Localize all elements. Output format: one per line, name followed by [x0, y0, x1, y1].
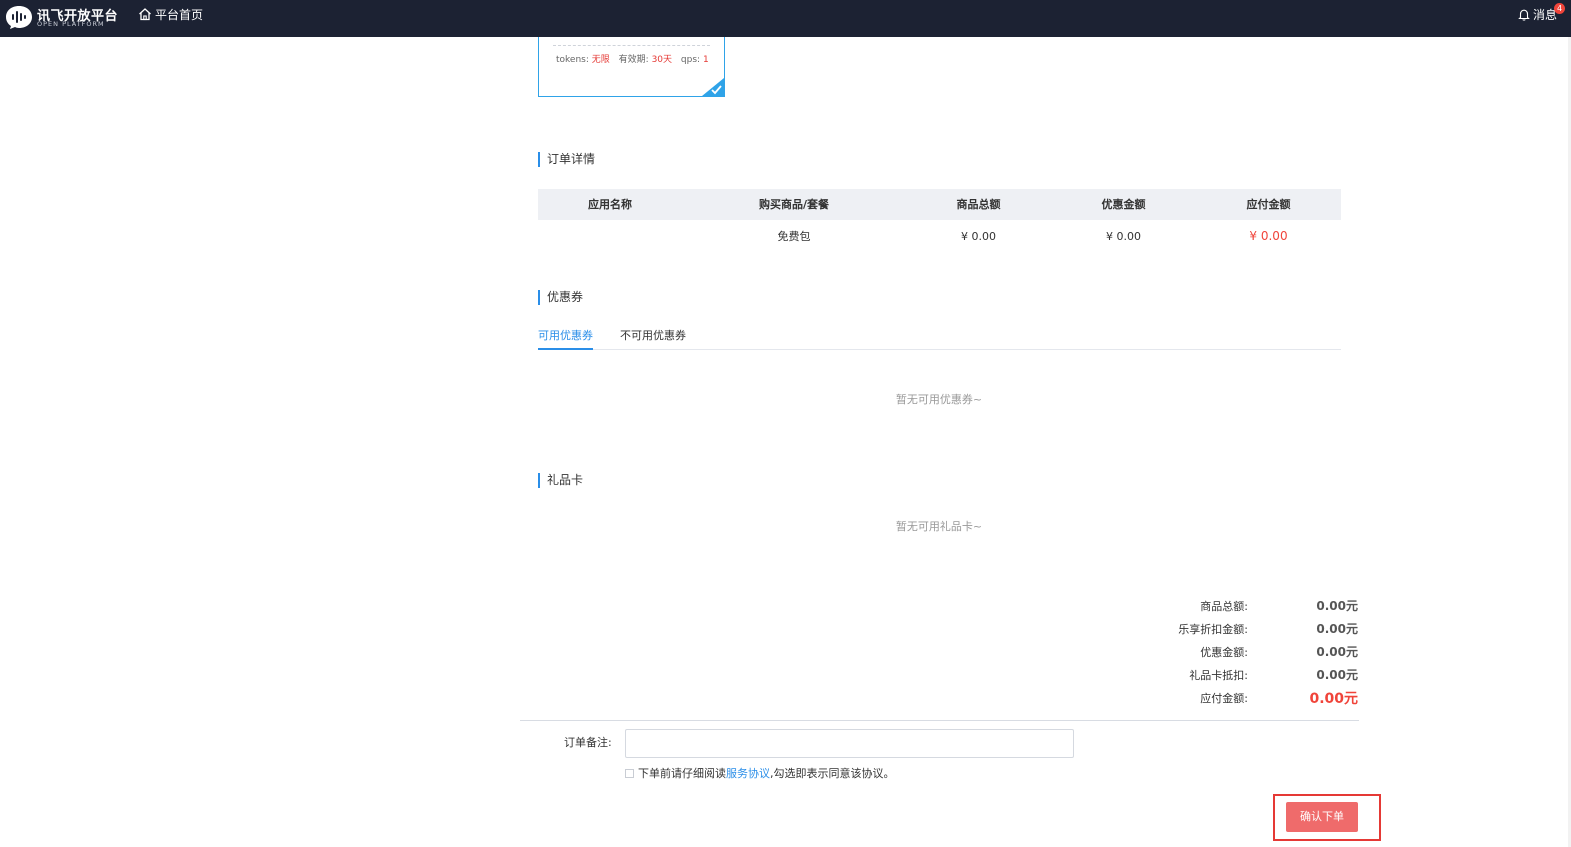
validity-label: 有效期:	[618, 55, 649, 65]
summary-label: 优惠金额:	[1200, 645, 1248, 659]
top-navbar: 讯飞开放平台 OPEN PLATFORM 平台首页 消息 4	[0, 0, 1571, 37]
package-info: tokens: 无限 有效期: 30天 qps: 1	[556, 52, 715, 65]
coupons-title: 优惠券	[538, 290, 583, 305]
validity-value: 30天	[651, 55, 673, 65]
summary-row: 优惠金额: 0.00元	[1130, 640, 1360, 663]
messages-count-badge: 4	[1554, 3, 1565, 14]
card-divider	[553, 45, 710, 46]
cell-product: 免费包	[777, 230, 811, 243]
col-discount: 优惠金额	[1101, 198, 1146, 211]
package-card-selected[interactable]: tokens: 无限 有效期: 30天 qps: 1	[538, 37, 725, 97]
cell-discount: ¥ 0.00	[1106, 230, 1141, 243]
col-payable: 应付金额	[1246, 198, 1291, 211]
order-remark-input[interactable]	[625, 729, 1074, 758]
tab-unavailable-coupons[interactable]: 不可用优惠券	[620, 327, 686, 350]
selected-check-icon	[702, 78, 724, 96]
order-table-header: 应用名称 购买商品/套餐 商品总额 优惠金额 应付金额	[538, 189, 1341, 220]
order-details-title: 订单详情	[538, 152, 595, 167]
cell-payable: ¥ 0.00	[1249, 229, 1288, 243]
platform-home-link[interactable]: 平台首页	[138, 6, 203, 22]
bell-icon	[1518, 9, 1530, 21]
coupon-tabs: 可用优惠券 不可用优惠券	[538, 327, 1341, 350]
summary-row-payable: 应付金额: 0.00元	[1130, 686, 1360, 709]
summary-value: 0.00元	[1316, 599, 1358, 613]
service-agreement-link[interactable]: 服务协议	[726, 765, 770, 781]
gift-cards-empty-text: 暂无可用礼品卡~	[895, 520, 983, 533]
summary-value: 0.00元	[1316, 668, 1358, 682]
summary-label: 应付金额:	[1200, 691, 1248, 705]
confirm-order-button[interactable]: 确认下单	[1286, 802, 1358, 832]
summary-value: 0.00元	[1316, 645, 1358, 659]
payable-amount: 0.00元	[1309, 690, 1358, 707]
home-link-label: 平台首页	[155, 7, 204, 22]
cell-app-name	[538, 220, 682, 253]
agreement-checkbox[interactable]	[625, 768, 634, 778]
col-app-name: 应用名称	[588, 198, 632, 211]
gift-cards-title: 礼品卡	[538, 473, 583, 488]
summary-label: 乐享折扣金额:	[1178, 622, 1248, 636]
summary-divider	[520, 720, 1359, 721]
tokens-label: tokens:	[556, 55, 589, 65]
platform-logo[interactable]: 讯飞开放平台 OPEN PLATFORM	[4, 3, 118, 33]
summary-value: 0.00元	[1316, 622, 1358, 636]
qps-value: 1	[702, 55, 709, 65]
summary-label: 商品总额:	[1200, 599, 1248, 613]
tab-available-coupons[interactable]: 可用优惠券	[538, 327, 593, 350]
price-summary: 商品总额: 0.00元 乐享折扣金额: 0.00元 优惠金额: 0.00元 礼品…	[1130, 594, 1360, 709]
remark-label: 订单备注:	[564, 736, 612, 749]
summary-row: 礼品卡抵扣: 0.00元	[1130, 663, 1360, 686]
logo-icon	[6, 6, 32, 29]
summary-label: 礼品卡抵扣:	[1189, 668, 1248, 682]
col-product: 购买商品/套餐	[758, 198, 830, 211]
summary-row: 商品总额: 0.00元	[1130, 594, 1360, 617]
cell-total: ¥ 0.00	[961, 230, 996, 243]
qps-label: qps:	[680, 55, 701, 65]
agreement-row: 下单前请仔细阅读 服务协议 ,勾选即表示同意该协议。	[625, 766, 895, 780]
logo-subtitle: OPEN PLATFORM	[37, 20, 105, 28]
table-row: 免费包 ¥ 0.00 ¥ 0.00 ¥ 0.00	[538, 220, 1341, 253]
tokens-value: 无限	[591, 55, 610, 65]
order-table: 应用名称 购买商品/套餐 商品总额 优惠金额 应付金额 免费包 ¥ 0.00 ¥…	[538, 189, 1341, 253]
col-total: 商品总额	[956, 198, 1001, 211]
agreement-text-before: 下单前请仔细阅读	[638, 767, 726, 780]
messages-button[interactable]: 消息 4	[1518, 3, 1565, 23]
coupons-empty-text: 暂无可用优惠券~	[895, 393, 983, 406]
agreement-text-after: ,勾选即表示同意该协议。	[770, 767, 895, 780]
summary-row: 乐享折扣金额: 0.00元	[1130, 617, 1360, 640]
home-icon	[139, 8, 151, 21]
